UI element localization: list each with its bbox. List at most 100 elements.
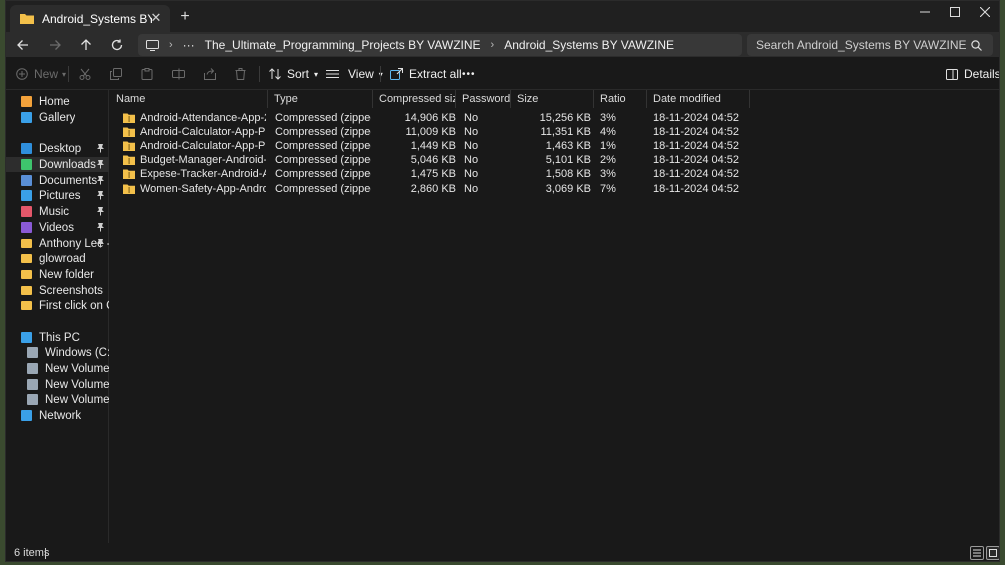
new-tab-button[interactable]: + bbox=[176, 8, 194, 26]
network-icon bbox=[21, 410, 32, 421]
more-options-button[interactable]: ••• bbox=[462, 65, 476, 83]
sidebar-item-label: Videos bbox=[39, 221, 74, 234]
cell-size: 1,508 KB bbox=[545, 168, 591, 181]
cell-ratio: 2% bbox=[600, 154, 616, 167]
cell-size: 3,069 KB bbox=[545, 182, 591, 195]
table-row[interactable]: Android-Calculator-App-Project-S... Compr… bbox=[110, 125, 750, 139]
monitor-icon bbox=[146, 39, 159, 51]
table-row[interactable]: Android-Attendance-App-2023 Compressed (z… bbox=[110, 111, 750, 125]
search-icon bbox=[971, 39, 982, 51]
pin-icon[interactable] bbox=[96, 175, 105, 185]
home-icon bbox=[21, 96, 32, 107]
cell-compressed: 1,475 KB bbox=[410, 168, 456, 181]
zip-folder-icon bbox=[123, 155, 135, 166]
column-header-compressed-size[interactable]: Compressed size bbox=[373, 90, 456, 108]
new-label: New bbox=[34, 67, 59, 81]
arrow-left-icon bbox=[17, 40, 28, 50]
sidebar-item-videos[interactable]: Videos bbox=[6, 220, 109, 235]
cut-button[interactable] bbox=[79, 65, 97, 83]
copy-icon bbox=[110, 68, 122, 80]
details-view-button[interactable] bbox=[970, 546, 984, 560]
details-button[interactable]: Details bbox=[946, 65, 1000, 83]
cell-type: Compressed (zipped) Fol... bbox=[275, 154, 371, 167]
column-header-name[interactable]: ^ Name bbox=[110, 90, 268, 108]
paste-button[interactable] bbox=[141, 65, 159, 83]
sidebar-item-glowroad[interactable]: glowroad bbox=[6, 251, 109, 266]
minimize-button[interactable] bbox=[909, 1, 941, 23]
cell-size: 11,351 KB bbox=[540, 126, 591, 139]
column-header-ratio[interactable]: Ratio bbox=[594, 90, 647, 108]
folder-icon bbox=[21, 270, 32, 279]
sort-icon bbox=[269, 68, 281, 80]
breadcrumb-overflow[interactable]: ··· bbox=[183, 38, 195, 52]
sidebar-item-this-pc[interactable]: This PC bbox=[6, 330, 109, 345]
forward-button[interactable] bbox=[44, 35, 66, 55]
documents-icon bbox=[21, 175, 32, 186]
extract-all-button[interactable]: Extract all bbox=[390, 65, 462, 83]
column-header-label: Date modified bbox=[653, 93, 721, 105]
copy-button[interactable] bbox=[110, 65, 128, 83]
large-icons-view-button[interactable] bbox=[986, 546, 999, 560]
sidebar-item-anthony-lee-th[interactable]: Anthony Lee - Th bbox=[6, 236, 109, 251]
table-row[interactable]: Android-Calculator-App-Project-S... Compr… bbox=[110, 139, 750, 153]
column-header-date-modified[interactable]: Date modified bbox=[647, 90, 750, 108]
breadcrumb-parent[interactable]: The_Ultimate_Programming_Projects BY VAW… bbox=[205, 38, 481, 52]
pin-icon[interactable] bbox=[96, 206, 105, 216]
sidebar-item-music[interactable]: Music bbox=[6, 204, 109, 219]
details-label: Details bbox=[964, 67, 1000, 81]
drive-icon bbox=[27, 347, 38, 358]
sidebar-item-documents[interactable]: Documents bbox=[6, 173, 109, 188]
cell-date: 18-11-2024 04:52 bbox=[653, 126, 740, 139]
sidebar-item-screenshots[interactable]: Screenshots bbox=[6, 283, 109, 298]
sidebar-item-new-volume-e[interactable]: New Volume (E:) bbox=[6, 377, 109, 392]
refresh-icon bbox=[111, 39, 123, 51]
table-row[interactable]: Expese-Tracker-Android-App-mast... Compre… bbox=[110, 167, 750, 181]
tab-active[interactable]: Android_Systems BY VAWZINE ✕ bbox=[10, 5, 170, 32]
close-window-button[interactable] bbox=[969, 1, 999, 23]
refresh-button[interactable] bbox=[106, 35, 128, 55]
cell-ratio: 3% bbox=[600, 168, 616, 181]
table-row[interactable]: Women-Safety-App-Android-Proje... Compres… bbox=[110, 182, 750, 196]
sidebar-item-network[interactable]: Network bbox=[6, 408, 109, 423]
rename-button[interactable] bbox=[172, 65, 191, 83]
close-tab-icon[interactable]: ✕ bbox=[148, 10, 164, 26]
extract-icon bbox=[390, 68, 403, 80]
pin-icon[interactable] bbox=[96, 159, 105, 169]
sidebar-item-windows-c[interactable]: Windows (C:) bbox=[6, 345, 109, 360]
sidebar-item-new-volume-d[interactable]: New Volume (D:) bbox=[6, 361, 109, 376]
maximize-button[interactable] bbox=[939, 1, 971, 23]
sort-button[interactable]: Sort ▾ bbox=[269, 65, 318, 83]
sidebar-item-new-folder[interactable]: New folder bbox=[6, 267, 109, 282]
share-button[interactable] bbox=[204, 65, 222, 83]
zip-folder-icon bbox=[123, 113, 135, 123]
pin-icon[interactable] bbox=[96, 238, 105, 248]
sidebar-item-downloads[interactable]: Downloads bbox=[6, 157, 109, 172]
cell-compressed: 11,009 KB bbox=[405, 126, 456, 139]
table-row[interactable]: Budget-Manager-Android-App-m... Compresse… bbox=[110, 153, 750, 167]
view-button[interactable]: View ▾ bbox=[326, 65, 383, 83]
up-button[interactable] bbox=[75, 35, 97, 55]
sidebar-item-gallery[interactable]: Gallery bbox=[6, 110, 109, 125]
sidebar-item-pictures[interactable]: Pictures bbox=[6, 188, 109, 203]
column-header-type[interactable]: Type bbox=[268, 90, 373, 108]
sidebar-item-first-click-on-checkbox[interactable]: First click on Checkbox bbox=[6, 298, 109, 313]
cell-password: No bbox=[464, 182, 479, 195]
sidebar-item-new-volume-f[interactable]: New Volume (F:) bbox=[6, 392, 109, 407]
sidebar-item-home[interactable]: Home bbox=[6, 94, 109, 109]
search-box[interactable]: Search Android_Systems BY VAWZINE bbox=[747, 34, 993, 56]
pin-icon[interactable] bbox=[96, 222, 105, 232]
address-bar[interactable]: › ··· › The_Ultimate_Programming_Project… bbox=[138, 34, 742, 56]
column-header-password[interactable]: Password p... bbox=[456, 90, 511, 108]
delete-button[interactable] bbox=[235, 65, 252, 83]
cell-compressed: 2,860 KB bbox=[410, 182, 456, 195]
back-button[interactable] bbox=[12, 35, 34, 55]
pin-icon[interactable] bbox=[96, 190, 105, 200]
close-icon bbox=[980, 7, 990, 17]
folder-icon bbox=[21, 301, 32, 310]
pin-icon[interactable] bbox=[96, 143, 105, 153]
new-button[interactable]: New ▾ bbox=[16, 65, 66, 83]
breadcrumb-current[interactable]: Android_Systems BY VAWZINE bbox=[504, 38, 674, 52]
sidebar-item-desktop[interactable]: Desktop bbox=[6, 141, 109, 156]
column-header-size[interactable]: Size bbox=[511, 90, 594, 108]
search-input[interactable]: Search Android_Systems BY VAWZINE bbox=[756, 38, 971, 52]
